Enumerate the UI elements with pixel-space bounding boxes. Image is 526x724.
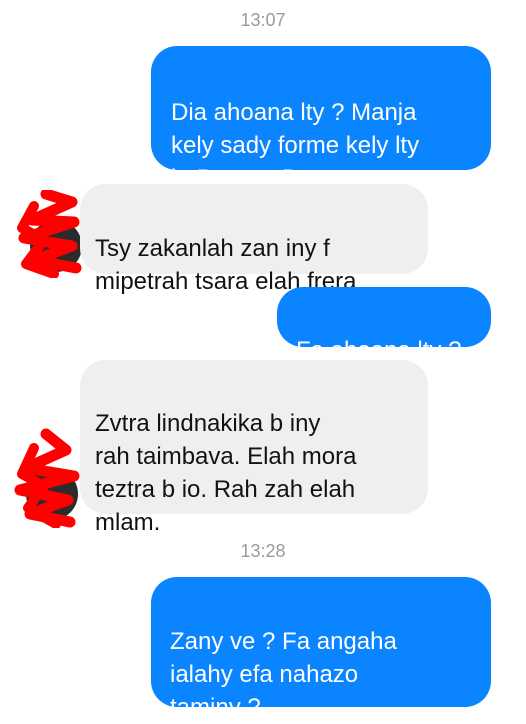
message-text: Zvtra lindnakika b iny rah taimbava. Ela… bbox=[95, 410, 357, 536]
redacted-avatar-icon bbox=[14, 428, 80, 529]
redacted-avatar-icon bbox=[17, 188, 82, 279]
message-bubble-outgoing[interactable]: Fa ahoana lty ? bbox=[277, 287, 491, 364]
message-bubble-outgoing[interactable]: Dia ahoana lty ? Manja kely sady forme k… bbox=[151, 46, 491, 254]
timestamp: 13:28 bbox=[240, 541, 286, 561]
message-text: Dia ahoana lty ? Manja kely sady forme k… bbox=[171, 99, 420, 192]
message-text: Tsy zakanlah zan iny f mipetrah tsara el… bbox=[95, 235, 357, 295]
message-bubble-outgoing[interactable]: Zany ve ? Fa angaha ialahy efa nahazo ta… bbox=[151, 577, 491, 721]
avatar[interactable] bbox=[14, 188, 84, 279]
avatar[interactable] bbox=[12, 428, 84, 529]
timestamp: 13:07 bbox=[240, 10, 286, 30]
message-bubble-incoming[interactable]: Tsy zakanlah zan iny f mipetrah tsara el… bbox=[80, 184, 428, 295]
message-bubble-incoming[interactable]: Zvtra lindnakika b iny rah taimbava. Ela… bbox=[80, 360, 428, 536]
